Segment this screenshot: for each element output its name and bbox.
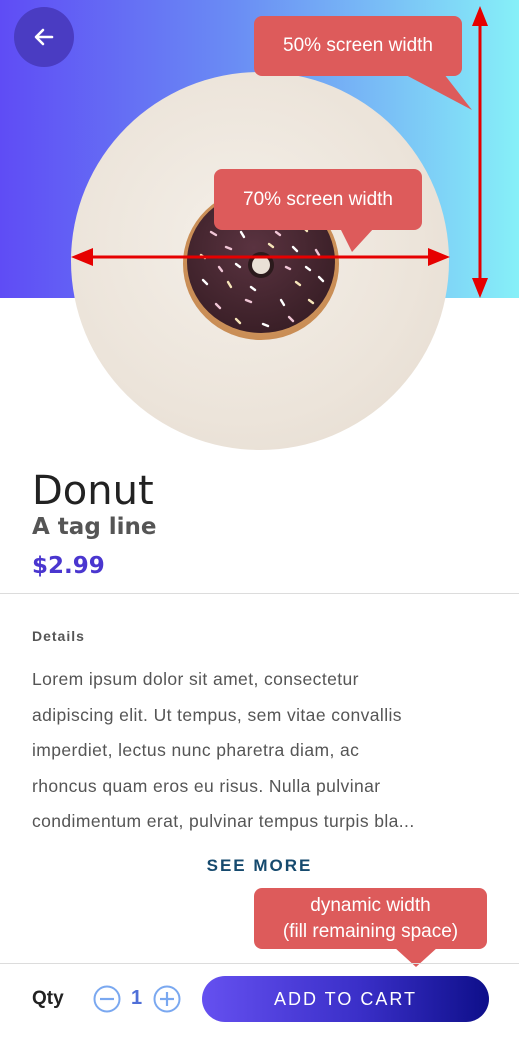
callout-tail <box>340 228 374 252</box>
quantity-value: 1 <box>131 987 143 1009</box>
details-label: Details <box>32 628 85 644</box>
annotation-text: (fill remaining space) <box>282 920 459 942</box>
arrow-left-icon <box>34 28 54 46</box>
annotation-callout-top: 50% screen width <box>254 16 472 110</box>
annotation-text: dynamic width <box>310 894 431 916</box>
add-to-cart-label: ADD TO CART <box>273 988 418 1009</box>
details-line: rhoncus quam eros eu risus. Nulla pulvin… <box>32 775 381 796</box>
details-line: imperdiet, lectus nunc pharetra diam, ac <box>32 740 360 760</box>
quantity-label: Qty <box>32 988 64 1009</box>
product-price: $2.99 <box>32 553 105 579</box>
plus-circle-icon[interactable] <box>153 985 181 1013</box>
divider <box>0 593 519 594</box>
footer-divider <box>0 963 519 964</box>
callout-tail <box>404 74 472 110</box>
width-annotation-arrow <box>71 248 450 266</box>
details-line: Lorem ipsum dolor sit amet, consectetur <box>32 669 359 689</box>
height-annotation-arrow <box>472 6 488 298</box>
annotation-callout-bottom: dynamic width (fill remaining space) <box>254 888 487 967</box>
see-more-button[interactable]: SEE MORE <box>0 856 519 876</box>
callout-tail <box>394 947 438 967</box>
annotation-text: 70% screen width <box>243 188 393 210</box>
add-to-cart-button[interactable]: ADD TO CART <box>202 976 489 1022</box>
annotation-text: 50% screen width <box>283 35 433 57</box>
details-line: adipiscing elit. Ut tempus, sem vitae co… <box>32 704 402 725</box>
back-button[interactable] <box>14 7 74 67</box>
product-name: Donut <box>32 468 154 514</box>
details-line: condimentum erat, pulvinar tempus turpis… <box>32 811 415 831</box>
annotation-callout-middle: 70% screen width <box>214 169 422 252</box>
minus-circle-icon[interactable] <box>93 985 121 1013</box>
product-tagline: A tag line <box>32 514 157 540</box>
details-description: Lorem ipsum dolor sit amet, consectetur … <box>32 662 497 840</box>
